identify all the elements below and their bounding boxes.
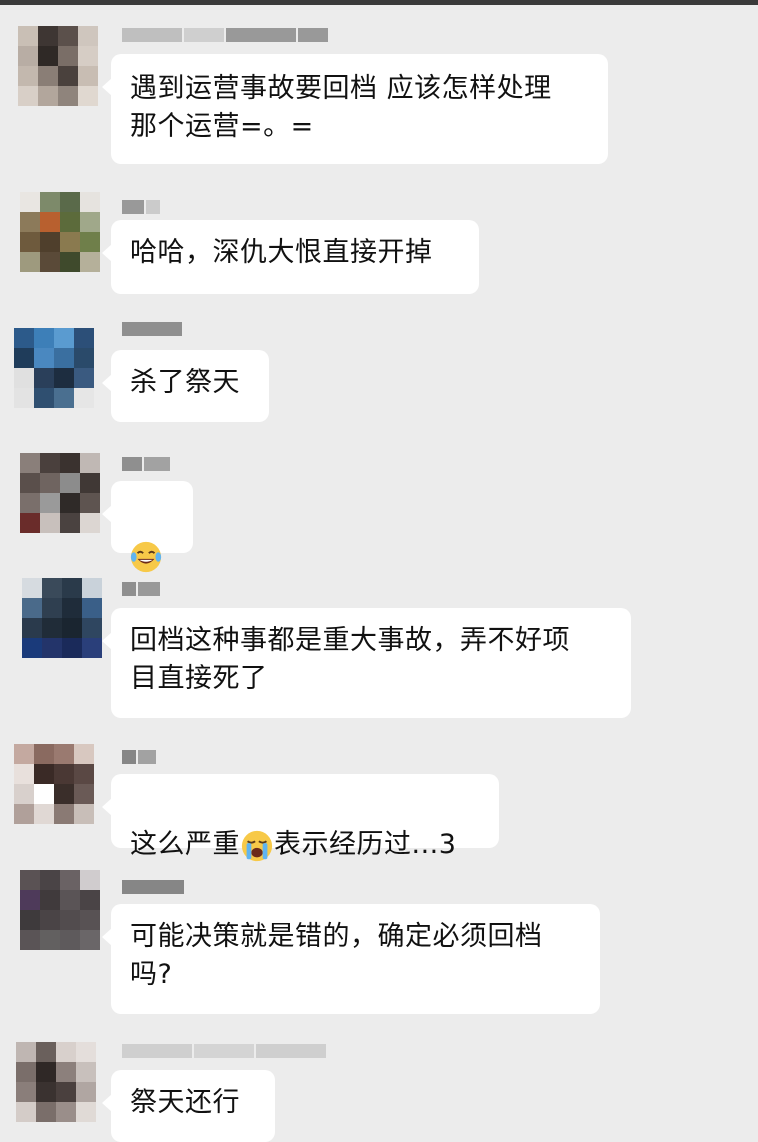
- avatar[interactable]: [20, 453, 100, 533]
- avatar[interactable]: [16, 1042, 96, 1122]
- sender-name: [122, 318, 182, 340]
- avatar[interactable]: [18, 26, 98, 106]
- avatar[interactable]: [14, 744, 94, 824]
- message-bubble[interactable]: 回档这种事都是重大事故，弄不好项 目直接死了: [102, 608, 631, 718]
- sender-name: [122, 746, 156, 768]
- message-bubble[interactable]: 可能决策就是错的，确定必须回档 吗?: [102, 904, 600, 1014]
- avatar[interactable]: [20, 870, 100, 950]
- message-text-after: 表示经历过...3: [274, 829, 457, 860]
- laughing-crying-emoji: [130, 541, 162, 572]
- message-text-before: 这么严重: [130, 829, 240, 860]
- message-bubble[interactable]: 祭天还行: [102, 1070, 275, 1142]
- loudly-crying-emoji: [241, 830, 273, 861]
- message-bubble[interactable]: 哈哈，深仇大恨直接开掉: [102, 220, 479, 294]
- avatar[interactable]: [20, 192, 100, 272]
- avatar[interactable]: [22, 578, 102, 658]
- message-bubble[interactable]: 这么严重 表示经历过...3: [102, 774, 499, 861]
- message-bubble[interactable]: 遇到运营事故要回档 应该怎样处理 那个运营=。=: [102, 54, 608, 164]
- message-bubble[interactable]: 杀了祭天: [102, 350, 269, 422]
- top-status-strip: [0, 0, 758, 5]
- sender-name: [122, 196, 160, 218]
- sender-name: [122, 24, 328, 46]
- message-bubble[interactable]: [102, 481, 193, 572]
- sender-name: [122, 1040, 326, 1062]
- sender-name: [122, 453, 170, 475]
- sender-name: [122, 578, 160, 600]
- avatar[interactable]: [14, 328, 94, 408]
- sender-name: [122, 876, 184, 898]
